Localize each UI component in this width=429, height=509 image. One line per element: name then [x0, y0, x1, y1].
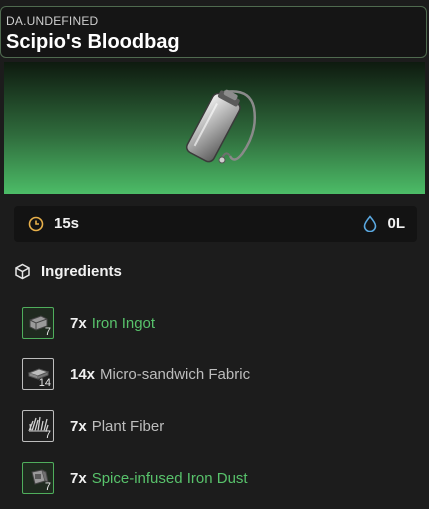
- ingredients-label: Ingredients: [41, 263, 122, 280]
- water-drop-icon: [364, 215, 377, 232]
- ingredient-row[interactable]: 14 14x Micro-sandwich Fabric: [22, 357, 250, 391]
- ingredient-row[interactable]: 7 7x Iron Ingot: [22, 306, 155, 340]
- item-preview: [4, 62, 425, 194]
- ingredient-count: 7: [44, 429, 51, 441]
- recipe-card: DA.UNDEFINED Scipio's Bloodbag 15s 0L In…: [0, 0, 429, 509]
- ingredients-heading: Ingredients: [14, 263, 122, 280]
- ingredient-slot: 14: [22, 358, 54, 390]
- ingredient-name[interactable]: Iron Ingot: [92, 315, 155, 332]
- ingredient-qty: 14x: [70, 365, 96, 383]
- ingredient-qty: 7x: [70, 469, 87, 487]
- ingredient-row[interactable]: 7 7x Spice-infused Iron Dust: [22, 461, 248, 495]
- stats-bar: 15s 0L: [14, 206, 417, 242]
- water-cost: 0L: [363, 215, 405, 232]
- item-header: DA.UNDEFINED Scipio's Bloodbag: [0, 6, 427, 58]
- ingredient-name[interactable]: Micro-sandwich Fabric: [100, 366, 250, 383]
- box-icon: [15, 263, 30, 280]
- ingredient-name[interactable]: Plant Fiber: [92, 418, 165, 435]
- ingredient-row[interactable]: 7 7x Plant Fiber: [22, 409, 164, 443]
- ingredient-count: 7: [44, 481, 51, 493]
- craft-time: 15s: [28, 215, 79, 232]
- item-category: DA.UNDEFINED: [6, 14, 99, 28]
- ingredient-slot: 7: [22, 410, 54, 442]
- ingredient-qty: 7x: [70, 314, 87, 332]
- water-cost-value: 0L: [387, 215, 405, 232]
- ingredient-count: 14: [38, 377, 51, 389]
- ingredient-slot: 7: [22, 307, 54, 339]
- ingredient-slot: 7: [22, 462, 54, 494]
- ingredient-count: 7: [44, 326, 51, 338]
- ingredient-name[interactable]: Spice-infused Iron Dust: [92, 470, 248, 487]
- clock-icon: [28, 216, 44, 231]
- ingredient-qty: 7x: [70, 417, 87, 435]
- craft-time-value: 15s: [54, 215, 80, 232]
- bloodbag-icon: [185, 89, 256, 164]
- item-title: Scipio's Bloodbag: [6, 31, 180, 53]
